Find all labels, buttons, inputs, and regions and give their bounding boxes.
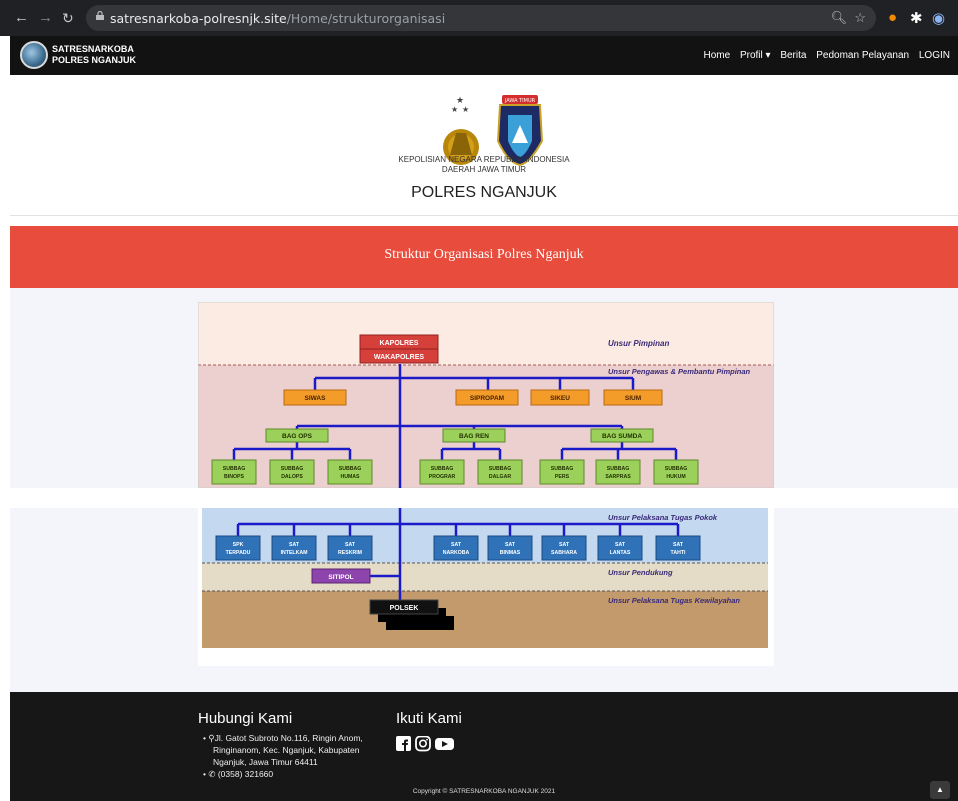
org-subbag-sarpras-l1: SUBBAG	[607, 466, 629, 472]
zoom-icon[interactable]: 🔍︎	[831, 10, 848, 25]
org-chart-image-top: Unsur Pimpinan Unsur Pengawas & Pembantu…	[198, 302, 774, 488]
org-sat-binmas-l1: SAT	[505, 542, 516, 548]
org-wakapolres: WAKAPOLRES	[374, 354, 425, 361]
org-sitipol: SITIPOL	[328, 574, 353, 581]
menu-profil-dropdown[interactable]: Profil ▾	[740, 50, 771, 61]
back-icon[interactable]: ←	[14, 9, 29, 27]
org-bag-ops: BAG OPS	[282, 433, 313, 440]
facebook-icon[interactable]	[396, 736, 411, 751]
back-to-top-button[interactable]: ▲	[930, 781, 950, 799]
org-subbag-humas-l1: SUBBAG	[339, 466, 361, 472]
address-text: Jl. Gatot Subroto No.116, Ringin Anom, R…	[213, 733, 363, 767]
svg-text:★: ★	[451, 105, 458, 114]
org-subbag-binops-l2: BINOPS	[224, 474, 244, 480]
org-siwas: SIWAS	[305, 395, 327, 402]
org-sat-reskrim-l2: RESKRIM	[338, 550, 362, 556]
org-chart-top: Unsur Pimpinan Unsur Pengawas & Pembantu…	[198, 302, 774, 488]
org-sat-tahti-l1: SAT	[673, 542, 684, 548]
org-spk-terpadu-l2: TERPADU	[226, 550, 251, 556]
section-title: Struktur Organisasi Polres Nganjuk	[384, 247, 584, 262]
screenshot-gap	[0, 488, 958, 508]
org-subbag-dalgar-l1: SUBBAG	[489, 466, 511, 472]
menu-berita[interactable]: Berita	[780, 50, 806, 61]
org-chart-image-bottom: Unsur Pelaksana Tugas Pokok Unsur Penduk…	[198, 508, 774, 666]
org-subbag-pers-l2: PERS	[555, 474, 570, 480]
phone-item: • ✆ (0358) 321660	[203, 769, 274, 779]
org-sipropam: SIPROPAM	[470, 395, 504, 402]
svg-text:★: ★	[462, 105, 469, 114]
page-title: POLRES NGANJUK	[411, 184, 557, 201]
org-sikeu: SIKEU	[550, 395, 570, 402]
brand-name[interactable]: SATRESNARKOBA POLRES NGANJUK	[52, 44, 136, 66]
address-item: • ⚲Jl. Gatot Subroto No.116, Ringin Anom…	[203, 733, 363, 767]
band-unsur-pimpinan: Unsur Pimpinan	[608, 339, 669, 348]
social-links	[396, 735, 456, 757]
org-sat-sabhara-l1: SAT	[559, 542, 570, 548]
org-subbag-hukum-l2: HUKUM	[666, 474, 685, 480]
org-sat-binmas-l2: BINMAS	[500, 550, 521, 556]
org-sat-lantas-l2: LANTAS	[610, 550, 631, 556]
phone-icon: ✆	[208, 769, 216, 779]
site-footer: Hubungi Kami • ⚲Jl. Gatot Subroto No.116…	[10, 692, 958, 801]
org-subbag-pers-l1: SUBBAG	[551, 466, 573, 472]
forward-icon[interactable]: →	[38, 9, 53, 27]
org-sium: SIUM	[625, 395, 641, 402]
band-unsur-pelaksana-tugas-pokok: Unsur Pelaksana Tugas Pokok	[608, 513, 718, 522]
org-spk-terpadu-l1: SPK	[233, 542, 244, 548]
copyright: Copyright © SATRESNARKOBA NGANJUK 2021	[412, 788, 556, 795]
social-heading: Ikuti Kami	[396, 710, 462, 727]
url-path: /Home/strukturorganisasi	[286, 11, 446, 26]
browser-toolbar: ← → ↻ satresnarkoba-polresnjk.site/Home/…	[0, 0, 958, 36]
menu-home[interactable]: Home	[703, 50, 730, 61]
phone-text: (0358) 321660	[217, 769, 274, 779]
reload-icon[interactable]: ↻	[62, 9, 74, 27]
site-navbar: SATRESNARKOBA POLRES NGANJUK Home Profil…	[10, 36, 958, 75]
profile-avatar-icon[interactable]: ◉	[932, 9, 945, 27]
extension-icon[interactable]: ●	[888, 9, 897, 26]
page-header: ★ ★ ★ JAWA TIMUR KEPOLISIAN NEGARA REPUB…	[10, 75, 958, 216]
org-sat-tahti-l2: TAHTI	[671, 550, 686, 556]
org-sat-intelkam-l1: SAT	[289, 542, 300, 548]
org-subbag-hukum-l1: SUBBAG	[665, 466, 687, 472]
band-unsur-pendukung: Unsur Pendukung	[608, 568, 673, 577]
org-polsek: POLSEK	[390, 605, 419, 612]
org-sat-narkoba-l1: SAT	[451, 542, 462, 548]
org-kapolres: KAPOLRES	[380, 340, 419, 347]
jatim-badge-text: JAWA TIMUR	[504, 98, 536, 104]
section-banner: Struktur Organisasi Polres Nganjuk	[10, 226, 958, 288]
contact-list: • ⚲Jl. Gatot Subroto No.116, Ringin Anom…	[203, 732, 383, 780]
org-subbag-humas-l2: HUMAS	[340, 474, 360, 480]
contact-heading: Hubungi Kami	[198, 710, 293, 727]
satresnarkoba-logo[interactable]	[20, 41, 48, 69]
instagram-icon[interactable]	[415, 735, 431, 752]
chevron-up-icon: ▲	[936, 785, 944, 794]
main-menu: Home Profil ▾ Berita Pedoman Pelayanan L…	[696, 50, 950, 61]
org-sat-reskrim-l1: SAT	[345, 542, 356, 548]
org-subbag-dalgar-l2: DALGAR	[489, 474, 511, 480]
org-subbag-dalops-l2: DALOPS	[281, 474, 303, 480]
org-bag-ren: BAG REN	[459, 433, 489, 440]
menu-pedoman-pelayanan[interactable]: Pedoman Pelayanan	[816, 50, 909, 61]
org-bag-sumda: BAG SUMDA	[602, 433, 642, 440]
org-sat-sabhara-l2: SABHARA	[551, 550, 577, 556]
org-subbag-binops-l1: SUBBAG	[223, 466, 245, 472]
band-unsur-kewilayahan: Unsur Pelaksana Tugas Kewilayahan	[608, 596, 740, 605]
url-domain: satresnarkoba-polresnjk.site	[110, 11, 287, 26]
org-sat-lantas-l1: SAT	[615, 542, 626, 548]
org-sat-narkoba-l2: NARKOBA	[443, 550, 470, 556]
lock-icon	[96, 11, 104, 20]
menu-login[interactable]: LOGIN	[919, 50, 950, 61]
bookmark-star-icon[interactable]: ☆	[854, 10, 866, 25]
org-subbag-sarpras-l2: SARPRAS	[605, 474, 631, 480]
org-subbag-prograr-l2: PROGRAR	[429, 474, 456, 480]
org-subbag-prograr-l1: SUBBAG	[431, 466, 453, 472]
address-bar[interactable]: satresnarkoba-polresnjk.site/Home/strukt…	[86, 5, 876, 31]
org-sat-intelkam-l2: INTELKAM	[281, 550, 308, 556]
org-subbag-dalops-l1: SUBBAG	[281, 466, 303, 472]
youtube-icon[interactable]	[435, 738, 454, 750]
band-unsur-pengawas: Unsur Pengawas & Pembantu Pimpinan	[608, 367, 751, 376]
institution-name: KEPOLISIAN NEGARA REPUBLIK INDONESIA DAE…	[398, 155, 570, 174]
extensions-puzzle-icon[interactable]: ✱	[910, 9, 923, 27]
org-chart-bottom: Unsur Pelaksana Tugas Pokok Unsur Penduk…	[198, 508, 774, 666]
